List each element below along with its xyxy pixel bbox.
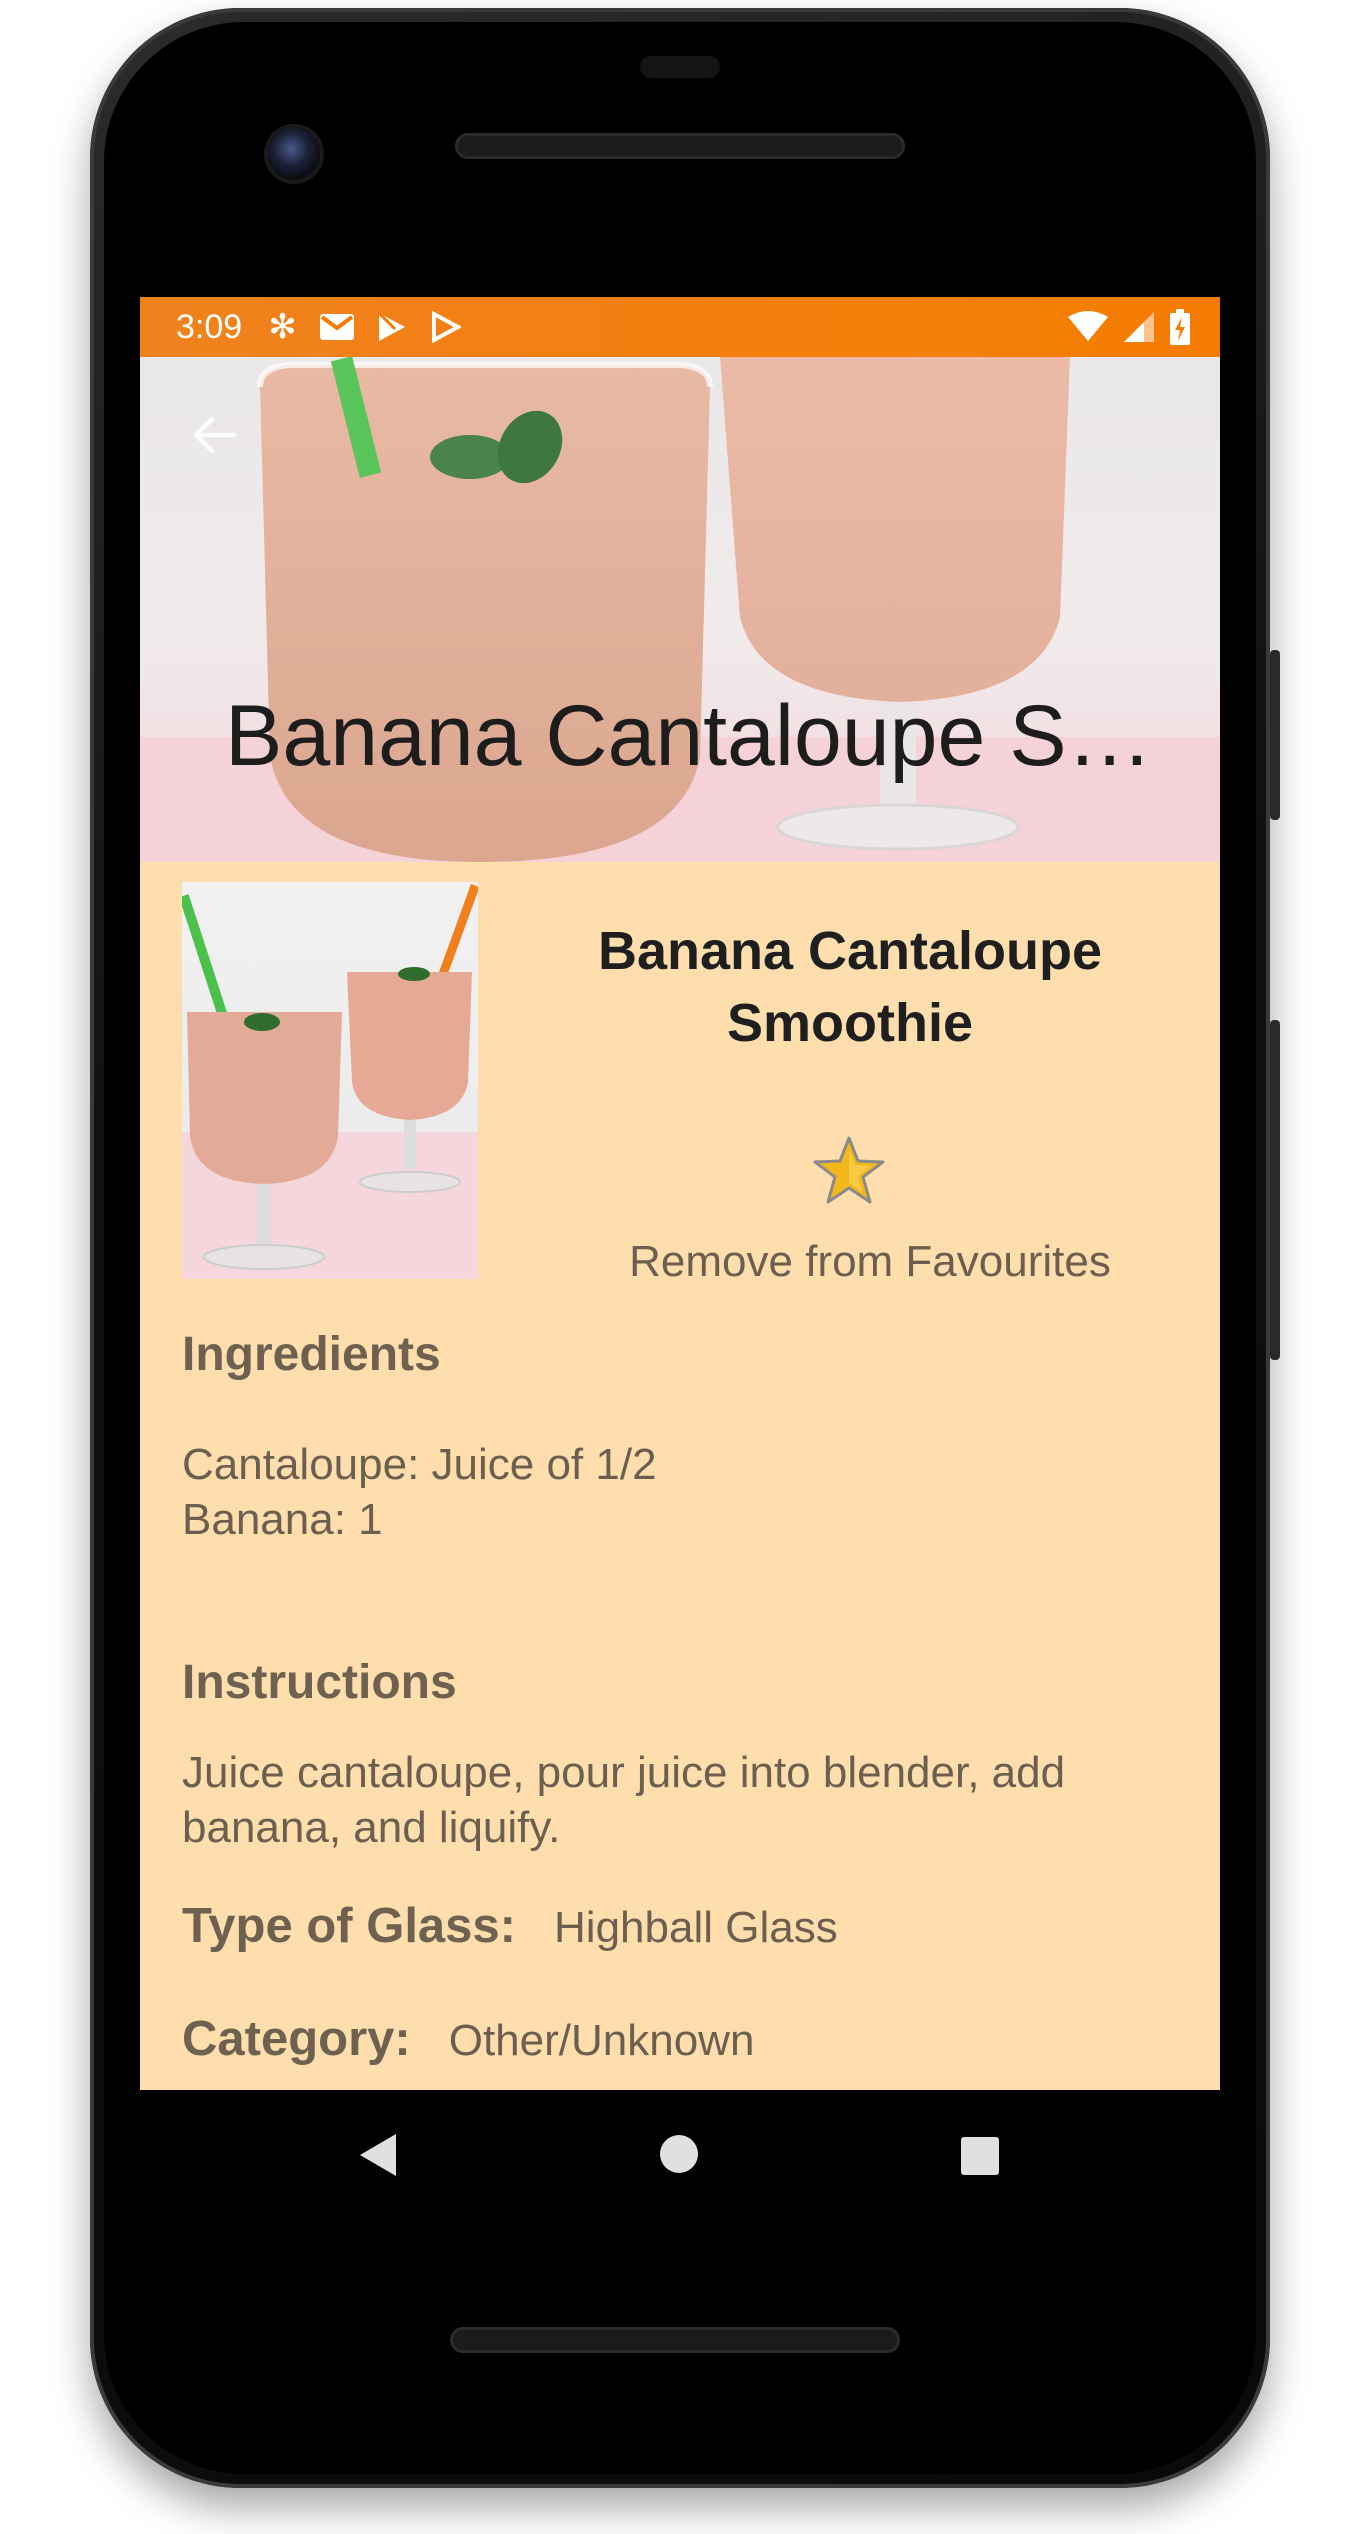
power-button	[1270, 650, 1280, 820]
ingredient-item: Banana: 1	[182, 1495, 383, 1544]
arrow-back-icon[interactable]	[188, 409, 240, 461]
drink-thumbnail	[182, 882, 478, 1279]
front-camera	[268, 128, 320, 180]
nav-home-icon[interactable]	[659, 2134, 699, 2174]
volume-button	[1270, 1020, 1280, 1360]
status-time: 3:09	[176, 307, 243, 346]
battery-charging-icon	[1170, 309, 1190, 345]
drink-name: Banana Cantaloupe Smoothie	[597, 921, 1103, 1053]
instructions-text: Juice cantaloupe, pour juice into blende…	[182, 1748, 1066, 1852]
glass-label: Type of Glass:	[182, 1899, 517, 1953]
category-label: Category:	[182, 2012, 411, 2066]
hero-image: Banana Cantaloupe Smoothie	[140, 357, 1220, 862]
mail-icon	[319, 314, 354, 340]
category-row: Category: Other/Unknown	[182, 2012, 1182, 2068]
earpiece-speaker	[455, 133, 905, 159]
screen: 3:09 ✻ Banana Cantaloupe Sm Banana Canta…	[140, 297, 1220, 2090]
bottom-speaker	[450, 2327, 900, 2353]
ingredients-heading: Ingredients	[182, 1328, 441, 1381]
star-icon[interactable]	[812, 1135, 886, 1207]
nav-back-icon[interactable]	[358, 2132, 398, 2178]
smoothie-photo	[140, 357, 1220, 862]
remove-favourite-button[interactable]: Remove from Favourites	[560, 1237, 1180, 1287]
glass-row: Type of Glass: Highball Glass	[182, 1899, 1182, 1955]
navigation-bar	[140, 2090, 1220, 2220]
cellular-icon	[1124, 312, 1154, 342]
play-store-icon	[377, 311, 405, 341]
proximity-sensor	[640, 56, 720, 78]
nav-recents-icon[interactable]	[960, 2136, 1000, 2176]
play-store-outline-icon	[431, 311, 461, 343]
category-value: Other/Unknown	[448, 2016, 755, 2065]
instructions-heading: Instructions	[182, 1656, 457, 1709]
toolbar-title: Banana Cantaloupe Smoothie	[225, 688, 1165, 784]
status-bar: 3:09 ✻	[140, 297, 1220, 357]
thumbnail-photo	[182, 883, 478, 1279]
wifi-icon	[1068, 311, 1108, 341]
ingredient-item: Cantaloupe: Juice of 1/2	[182, 1440, 657, 1489]
snowflake-icon: ✻	[268, 308, 297, 346]
glass-value: Highball Glass	[554, 1903, 838, 1952]
